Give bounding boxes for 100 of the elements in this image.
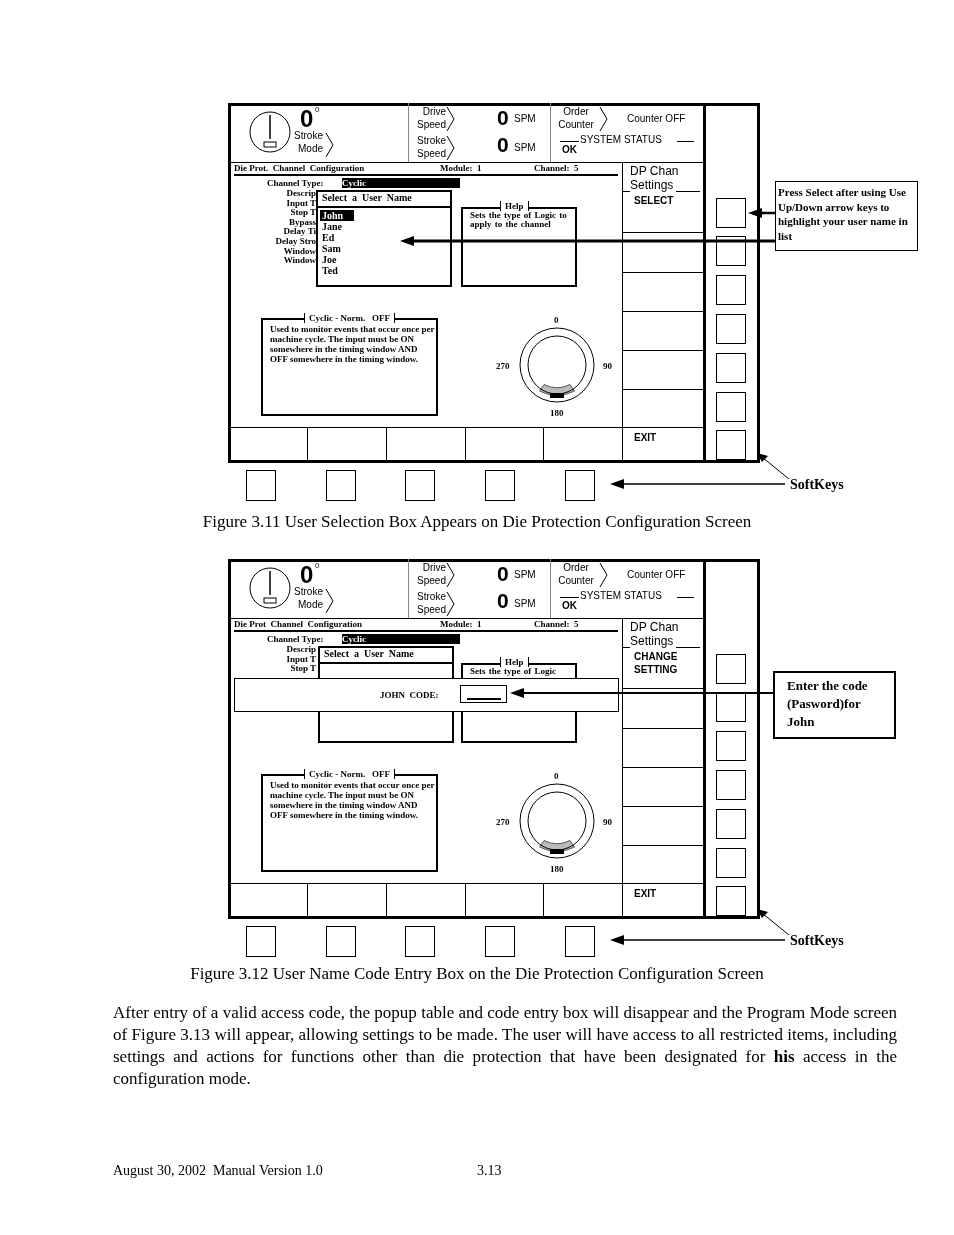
channel-label: Channel: 5 — [534, 163, 579, 173]
body-paragraph: After entry of a valid access code, the popup table and code entry box will disappear and the Program Mode screen of Figure 3.13 will appear, allowing settings to be made. The user will have access to all restricted items, including settings and actions for functions other than die protection that have been designated for his access in the configuration mode. — [113, 1002, 897, 1090]
stroke-gauge-icon — [249, 567, 291, 609]
chevron-icon — [446, 591, 455, 617]
softkey[interactable] — [716, 809, 746, 839]
softkey[interactable] — [716, 392, 746, 422]
screen-title: Die Prot. Channel Configuration — [234, 163, 365, 173]
softkey[interactable] — [326, 926, 356, 957]
degree-unit: 0 — [315, 105, 320, 114]
unit-label: SPM — [514, 142, 536, 154]
info-text: Used to monitor events that occur once per machine cycle. The input must be ON somewhere in the timing window AND OFF somewhere in the timing window. — [270, 324, 435, 364]
field-label: Input T — [285, 653, 316, 664]
softkey[interactable] — [716, 848, 746, 878]
stroke-speed-value: 0 — [497, 133, 509, 157]
channel-type-value: Cyclic — [342, 178, 460, 188]
dial-label: 180 — [550, 408, 564, 418]
menu-title: DP Chan Settings — [630, 164, 680, 192]
softkey[interactable] — [485, 470, 515, 501]
channel-type-value: Cyclic — [342, 634, 460, 644]
field-label: Window — [283, 245, 316, 256]
softkey[interactable] — [326, 470, 356, 501]
field-label: Delay Stro — [274, 236, 316, 246]
drive-speed-label: Drive Speed — [416, 561, 446, 587]
info-title: Cyclic - Norm. OFF — [304, 313, 395, 323]
user-name-item[interactable]: Sam — [320, 243, 354, 254]
page-number: 3.13 — [477, 1162, 502, 1180]
softkey[interactable] — [716, 430, 746, 460]
module-label: Module: 1 — [440, 163, 482, 173]
system-status-label: SYSTEM STATUS — [580, 134, 662, 146]
stroke-speed-value: 0 — [497, 589, 509, 613]
order-counter-label: Order Counter — [557, 105, 595, 131]
help-title: Help — [500, 657, 529, 667]
dial-label: 90 — [603, 361, 612, 371]
field-label: Stop T — [290, 663, 316, 674]
field-label: Input T — [285, 197, 316, 208]
help-title: Help — [500, 201, 529, 211]
stroke-mode-label: Stroke Mode — [293, 585, 323, 611]
softkey[interactable] — [716, 654, 746, 684]
menu-title: DP Chan Settings — [630, 620, 680, 648]
user-name-item[interactable]: John — [320, 210, 354, 221]
chevron-icon — [599, 106, 608, 132]
field-label: Bypass — [288, 216, 316, 227]
chevron-icon — [446, 135, 455, 161]
softkey[interactable] — [716, 886, 746, 916]
softkey[interactable] — [246, 470, 276, 501]
softkey[interactable] — [405, 926, 435, 957]
system-status-value: OK — [562, 144, 577, 156]
footer-date-version: August 30, 2002 Manual Version 1.0 — [113, 1162, 324, 1180]
field-label: Descrip — [285, 644, 316, 654]
drive-speed-value: 0 — [497, 106, 509, 130]
user-name-item[interactable]: Ed — [320, 232, 354, 243]
dial-label: 90 — [603, 817, 612, 827]
softkey[interactable] — [565, 926, 595, 957]
softkey[interactable] — [716, 314, 746, 344]
figure-caption: Figure 3.12 User Name Code Entry Box on the Die Protection Configuration Screen — [189, 964, 765, 984]
softkey[interactable] — [565, 470, 595, 501]
field-label: Stop T — [290, 207, 316, 218]
dial-label: 270 — [496, 817, 510, 827]
field-label: Channel Type: — [267, 178, 324, 188]
info-title: Cyclic - Norm. OFF — [304, 769, 395, 779]
degree-unit: 0 — [315, 561, 320, 570]
softkey[interactable] — [716, 692, 746, 722]
exit-softkey-label: EXIT — [634, 432, 657, 444]
system-status-label: SYSTEM STATUS — [580, 590, 662, 602]
help-text: Sets the type of Logic to apply to the channel — [470, 211, 568, 229]
arrow — [748, 208, 775, 218]
softkey[interactable] — [716, 353, 746, 383]
softkey[interactable] — [246, 926, 276, 957]
user-name-item[interactable]: Jane — [320, 221, 354, 232]
stroke-speed-label: Stroke Speed — [416, 134, 446, 160]
softkey[interactable] — [716, 731, 746, 761]
softkey[interactable] — [716, 198, 746, 228]
unit-label: SPM — [514, 569, 536, 581]
softkey[interactable] — [716, 275, 746, 305]
drive-speed-label: Drive Speed — [416, 105, 446, 131]
stroke-mode-label: Stroke Mode — [293, 129, 323, 155]
user-name-item[interactable]: Ted — [320, 265, 354, 276]
code-input-field[interactable] — [460, 685, 507, 703]
counter-status: Counter OFF — [627, 569, 686, 581]
dial-label: 270 — [496, 361, 510, 371]
dial-label: 180 — [550, 864, 564, 874]
stroke-angle: 0 — [300, 105, 314, 132]
callout-box: Enter the code (Pasword)for John — [773, 671, 896, 739]
chevron-icon — [446, 562, 455, 588]
callout-box: Press Select after using Use Up/Down arrow keys to highlight your user name in list — [775, 181, 918, 251]
softkey[interactable] — [405, 470, 435, 501]
softkey[interactable] — [716, 770, 746, 800]
counter-status: Counter OFF — [627, 113, 686, 125]
chevron-icon — [446, 106, 455, 132]
softkey[interactable] — [485, 926, 515, 957]
exit-softkey-label: EXIT — [634, 888, 657, 900]
channel-label: Channel: 5 — [534, 619, 579, 629]
user-name-item[interactable]: Joe — [320, 254, 354, 265]
screen-title: Die Prot Channel Configuration — [234, 619, 363, 629]
module-label: Module: 1 — [440, 619, 482, 629]
unit-label: SPM — [514, 598, 536, 610]
chevron-icon — [325, 588, 334, 614]
softkeys-label: SoftKeys — [790, 476, 844, 493]
popup-title: Select a User Name — [324, 649, 414, 659]
field-label: Window — [282, 255, 316, 266]
